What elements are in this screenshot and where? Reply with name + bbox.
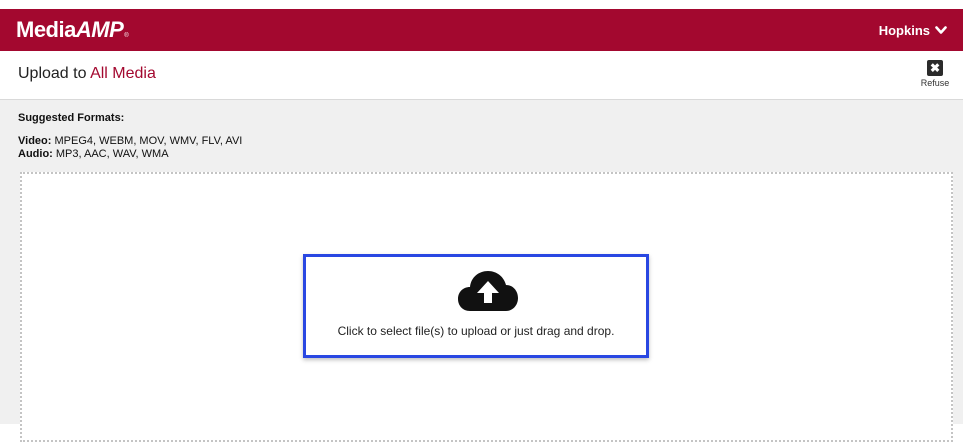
audio-format-list: MP3, AAC, WAV, WMA — [52, 148, 169, 160]
close-icon: ✖ — [927, 60, 943, 76]
user-name: Hopkins — [878, 22, 930, 38]
video-formats: Video: MPEG4, WEBM, MOV, WMV, FLV, AVI — [18, 135, 242, 147]
app-header: Media AMP ® Hopkins — [0, 9, 963, 51]
upload-file-button[interactable]: Click to select file(s) to upload or jus… — [303, 254, 649, 358]
video-format-list: MPEG4, WEBM, MOV, WMV, FLV, AVI — [51, 135, 243, 147]
page-titlebar: Upload to All Media ✖ Refuse — [0, 51, 963, 100]
logo-text-accent: AMP — [75, 17, 124, 42]
user-menu[interactable]: Hopkins — [879, 23, 947, 38]
refuse-label: Refuse — [920, 78, 950, 88]
logo-text-main: Media — [16, 17, 76, 42]
video-label: Video: — [18, 135, 52, 147]
upload-target-link[interactable]: All Media — [90, 65, 156, 82]
refuse-button[interactable]: ✖ Refuse — [918, 60, 952, 88]
page-title-prefix: Upload to — [18, 65, 91, 82]
audio-formats: Audio: MP3, AAC, WAV, WMA — [18, 148, 169, 160]
logo-trademark: ® — [124, 33, 129, 39]
upload-instructions: Click to select file(s) to upload or jus… — [337, 324, 615, 338]
mediaamp-logo[interactable]: Media AMP ® — [16, 17, 129, 43]
cloud-upload-icon — [458, 271, 518, 311]
page-title: Upload to All Media — [18, 65, 156, 83]
chevron-down-icon — [935, 25, 947, 34]
audio-label: Audio: — [18, 148, 53, 160]
suggested-formats-heading: Suggested Formats: — [18, 112, 125, 124]
